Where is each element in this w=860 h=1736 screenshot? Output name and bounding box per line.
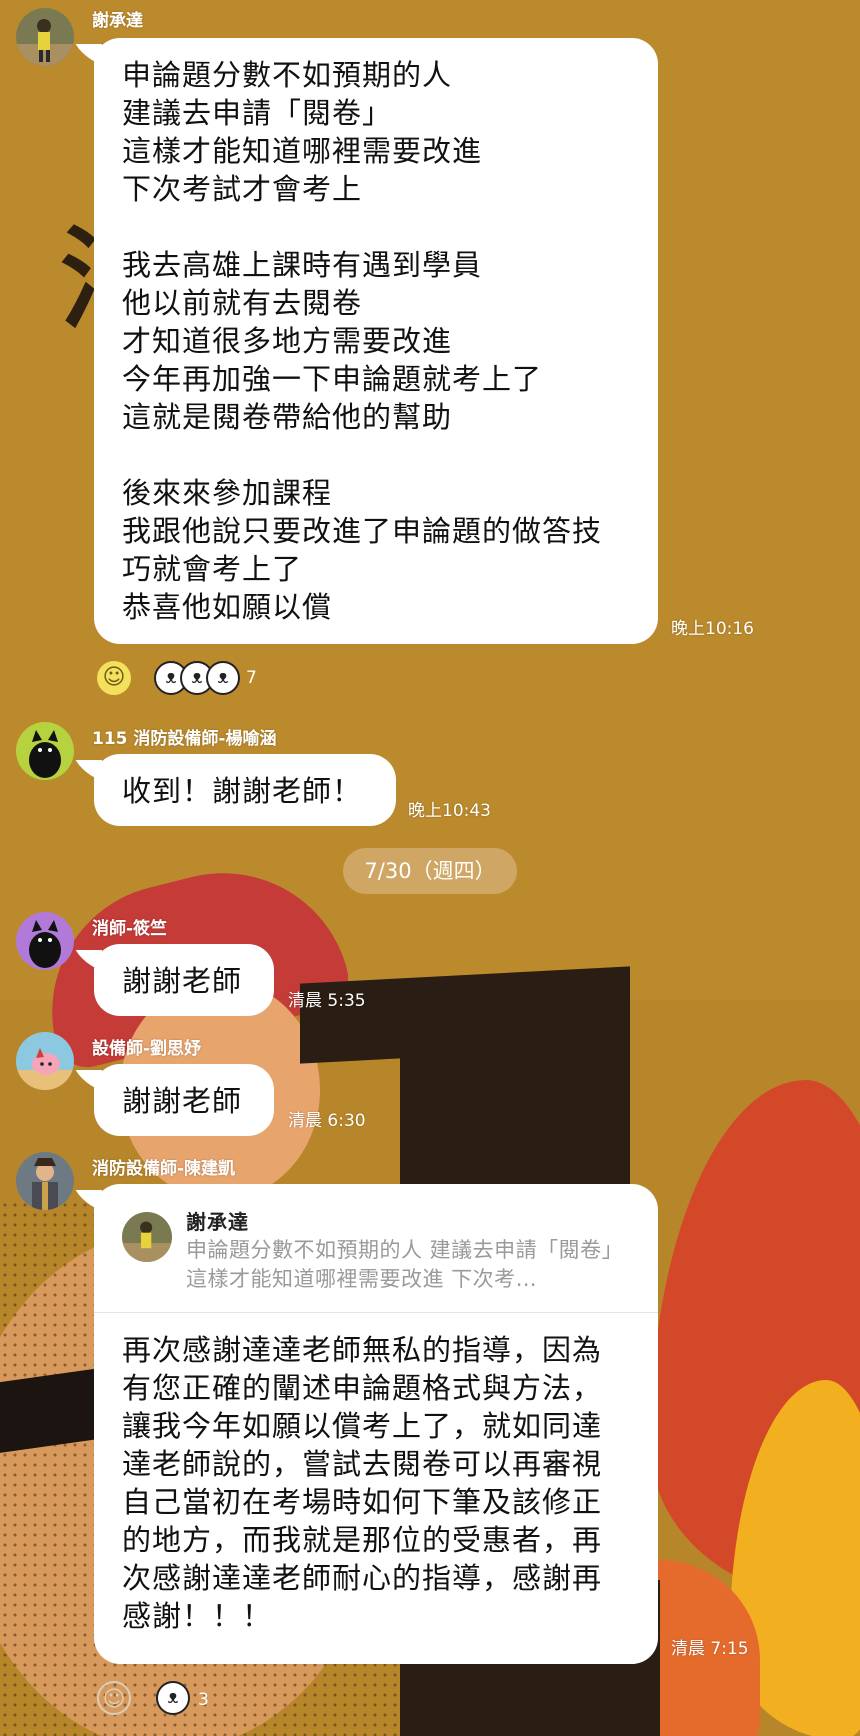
message-bubble[interactable]: 收到！謝謝老師！ [75, 754, 396, 826]
message-time: 晚上10:43 [408, 801, 491, 821]
reaction-count: 3 [198, 1690, 209, 1710]
reply-sender-name: 謝承達 [186, 1210, 249, 1234]
sender-name: 設備師-劉思妤 [92, 1039, 202, 1059]
sender-name: 謝承達 [92, 11, 143, 31]
message-bubble[interactable]: 謝謝老師 [75, 944, 274, 1016]
message-text: 再次感謝達達老師無私的指導，因為 有您正確的闡述申論題格式與方法， 讓我今年如願… [122, 1333, 603, 1633]
panda-face-icon[interactable]: ᴥ [156, 1681, 190, 1715]
message-time: 清晨 6:30 [288, 1111, 366, 1131]
message-bubble[interactable]: 謝謝老師 [75, 1064, 274, 1136]
panda-face-icon[interactable]: ᴥ [206, 661, 240, 695]
message-time: 清晨 7:15 [671, 1639, 749, 1659]
sender-name: 消防設備師-陳建凱 [92, 1159, 236, 1179]
avatar-sender-3[interactable] [16, 912, 74, 970]
message-time: 晚上10:16 [671, 619, 754, 639]
smile-icon[interactable]: ☺ [97, 661, 131, 695]
reply-avatar [122, 1212, 172, 1262]
reply-quote[interactable]: 謝承達 申論題分數不如預期的人 建議去申請「閱卷」這樣才能知道哪裡需要改進 下次… [94, 1208, 658, 1313]
message-text: 申論題分數不如預期的人 建議去申請「閱卷」 這樣才能知道哪裡需要改進 下次考試才… [122, 58, 603, 624]
avatar-sender-5[interactable] [16, 1152, 74, 1210]
reply-snippet: 申論題分數不如預期的人 建議去申請「閱卷」這樣才能知道哪裡需要改進 下次考… [186, 1238, 624, 1291]
sender-name: 115 消防設備師-楊喻涵 [92, 729, 277, 749]
sender-name: 消師-筱竺 [92, 919, 168, 939]
message-bubble[interactable]: 謝承達 申論題分數不如預期的人 建議去申請「閱卷」這樣才能知道哪裡需要改進 下次… [75, 1184, 658, 1664]
message-bubble[interactable]: 申論題分數不如預期的人 建議去申請「閱卷」 這樣才能知道哪裡需要改進 下次考試才… [75, 38, 658, 644]
reaction-count: 7 [246, 668, 257, 688]
avatar-sender-1[interactable] [16, 8, 74, 66]
message-time: 清晨 5:35 [288, 991, 366, 1011]
avatar-sender-4[interactable] [16, 1032, 74, 1090]
smile-icon[interactable]: ☺ [97, 1681, 131, 1715]
message-text: 收到！謝謝老師！ [122, 774, 363, 808]
avatar-sender-2[interactable] [16, 722, 74, 780]
date-separator: 7/30（週四） [343, 848, 517, 894]
message-text: 謝謝老師 [122, 1084, 243, 1118]
message-text: 謝謝老師 [122, 964, 243, 998]
